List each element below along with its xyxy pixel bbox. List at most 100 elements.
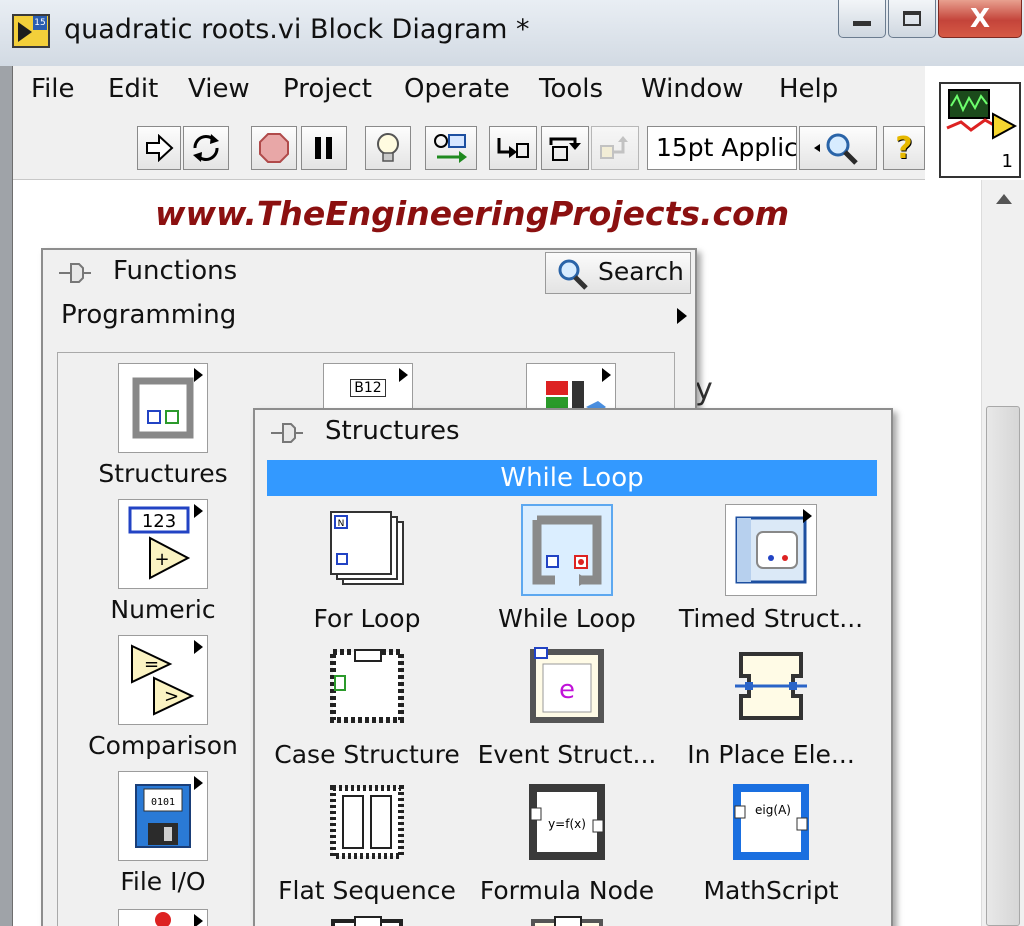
retain-wire-values-icon (434, 134, 467, 163)
event-glyph: e (559, 675, 575, 705)
menu-window[interactable]: Window (641, 74, 744, 104)
highlight-execution-button[interactable] (365, 126, 411, 170)
text-settings-dropdown[interactable]: 15pt Applic (647, 126, 797, 170)
close-button[interactable]: X (938, 0, 1022, 38)
palette-item-hidden[interactable] (78, 909, 248, 926)
structure-item-in-place-element[interactable]: In Place Ele... (671, 640, 871, 769)
timed-structure-icon (735, 516, 807, 584)
scroll-thumb[interactable] (986, 406, 1020, 926)
category-programming[interactable]: Programming (43, 296, 695, 338)
svg-text:>: > (164, 686, 179, 707)
menu-edit[interactable]: Edit (108, 74, 158, 104)
pause-button[interactable] (301, 126, 347, 170)
menu-project[interactable]: Project (283, 74, 372, 104)
structure-item-label: Formula Node (479, 876, 655, 905)
run-arrow-icon (146, 134, 174, 162)
pin-icon[interactable] (269, 420, 307, 446)
structure-item-hidden-2[interactable] (467, 912, 667, 926)
formula-glyph: y=f(x) (548, 817, 586, 831)
app-version-badge: 15 (33, 16, 47, 30)
category-expand-arrow-icon (677, 308, 687, 324)
event-structure-icon: e (530, 647, 604, 723)
structure-item-mathscript[interactable]: eig(A) MathScript (671, 776, 871, 905)
comparison-icon: = > (131, 644, 195, 716)
menu-bar: File Edit View Project Operate Tools Win… (13, 66, 925, 116)
retain-wire-values-button[interactable] (425, 126, 477, 170)
search-diagram-button[interactable] (799, 126, 877, 170)
window-title: quadratic roots.vi Block Diagram * (64, 14, 530, 45)
numeric-glyph: 123 (142, 511, 176, 532)
partially-hidden-text: y (695, 372, 713, 407)
highlight-execution-icon (377, 133, 399, 162)
palette-item-structures[interactable]: Structures (78, 363, 248, 488)
array-glyph: B12 (354, 380, 382, 396)
for-loop-glyph: N (338, 519, 345, 529)
numeric-icon: 123 + (128, 506, 191, 580)
functions-palette-title: Functions (113, 256, 238, 286)
diagram-disable-icon (531, 916, 603, 926)
structure-item-label: Event Struct... (477, 740, 657, 769)
palette-item-file-io[interactable]: 0101 File I/O (78, 771, 248, 896)
svg-text:0101: 0101 (151, 797, 175, 808)
menu-view[interactable]: View (188, 74, 250, 104)
functions-palette-header: Functions Search (43, 250, 695, 296)
context-help-button[interactable]: ? (883, 126, 925, 170)
minimize-icon (853, 21, 871, 26)
toolbar: 15pt Applic ? (13, 116, 925, 180)
structures-icon (132, 377, 194, 439)
step-out-button[interactable] (591, 126, 639, 170)
palette-item-label: Structures (98, 459, 228, 488)
menu-help[interactable]: Help (779, 74, 838, 104)
stacked-sequence-icon (331, 916, 403, 926)
minimize-button[interactable] (838, 0, 886, 38)
menu-operate[interactable]: Operate (404, 74, 510, 104)
run-button[interactable] (137, 126, 181, 170)
structure-item-formula-node[interactable]: y=f(x) Formula Node (467, 776, 667, 905)
step-over-button[interactable] (541, 126, 589, 170)
palette-search-button[interactable]: Search (545, 252, 691, 294)
structure-item-label: Case Structure (274, 740, 460, 769)
structure-item-label: MathScript (703, 876, 839, 905)
title-bar: 15 quadratic roots.vi Block Diagram * X (0, 0, 1024, 66)
vi-icon-graphic (946, 89, 1018, 140)
vi-icon[interactable]: 1 (939, 82, 1021, 178)
run-continuously-button[interactable] (183, 126, 229, 170)
abort-button[interactable] (251, 126, 297, 170)
structure-item-label: While Loop (498, 604, 636, 633)
maximize-button[interactable] (888, 0, 936, 38)
in-place-element-icon (735, 652, 807, 720)
structure-item-case-structure[interactable]: Case Structure (267, 640, 467, 769)
structure-item-timed-structures[interactable]: Timed Struct... (671, 504, 871, 633)
flat-sequence-icon (330, 785, 404, 859)
palette-item-comparison[interactable]: = > Comparison (78, 635, 248, 760)
menu-tools[interactable]: Tools (539, 74, 603, 104)
block-diagram-window: File Edit View Project Operate Tools Win… (12, 66, 1024, 926)
step-into-icon (497, 138, 529, 158)
case-structure-icon (330, 649, 404, 723)
pin-icon[interactable] (57, 260, 95, 286)
structure-item-for-loop[interactable]: N For Loop (267, 504, 467, 633)
step-into-button[interactable] (489, 126, 537, 170)
mathscript-icon: eig(A) (733, 784, 809, 860)
run-continuously-icon (193, 134, 219, 162)
search-button-label: Search (598, 257, 684, 286)
structure-item-flat-sequence[interactable]: Flat Sequence (267, 776, 467, 905)
help-question-icon: ? (895, 130, 913, 166)
structure-item-label: Flat Sequence (278, 876, 456, 905)
palette-item-label: File I/O (120, 867, 206, 896)
vertical-scrollbar[interactable] (981, 180, 1024, 926)
structure-item-event-structure[interactable]: e Event Struct... (467, 640, 667, 769)
watermark-text: www.TheEngineeringProjects.com (155, 194, 790, 233)
structure-item-label: Timed Struct... (678, 604, 864, 633)
file-io-icon: 0101 (135, 784, 191, 848)
svg-text:+: + (154, 549, 169, 570)
menu-file[interactable]: File (31, 74, 75, 104)
for-loop-icon: N (330, 511, 404, 585)
formula-node-icon: y=f(x) (529, 784, 605, 860)
structures-palette-title: Structures (325, 416, 460, 446)
structure-item-hidden-1[interactable] (267, 912, 467, 926)
palette-item-numeric[interactable]: 123 + Numeric (78, 499, 248, 624)
labview-app-icon[interactable]: 15 (12, 14, 50, 48)
scroll-up-arrow-icon[interactable] (996, 194, 1012, 204)
structure-item-while-loop[interactable]: While Loop (467, 504, 667, 633)
